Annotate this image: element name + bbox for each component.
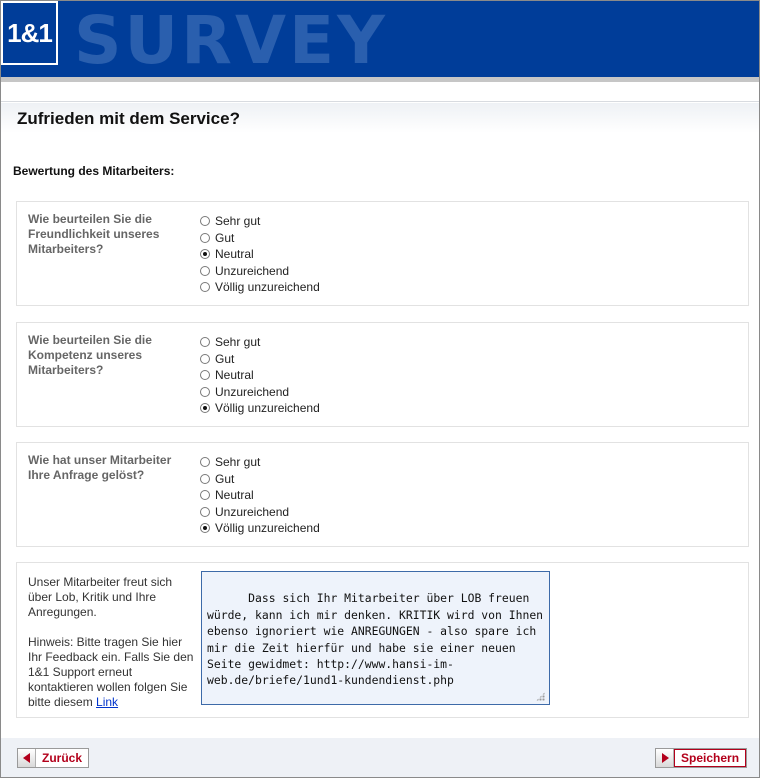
- radio-option[interactable]: Sehr gut: [200, 454, 320, 471]
- radio-button[interactable]: [200, 386, 210, 397]
- radio-label: Gut: [215, 230, 235, 245]
- arrow-left-icon: [18, 749, 36, 767]
- feedback-description: Unser Mitarbeiter freut sich über Lob, K…: [28, 575, 194, 710]
- section-heading: Bewertung des Mitarbeiters:: [13, 164, 175, 178]
- radio-option[interactable]: Neutral: [200, 367, 320, 384]
- radio-button[interactable]: [200, 337, 210, 348]
- header-watermark: SURVEY: [74, 2, 388, 78]
- radio-group-resolution: Sehr gut Gut Neutral Unzureichend Völlig…: [200, 454, 320, 537]
- radio-button[interactable]: [200, 232, 210, 243]
- title-bar: Zufrieden mit dem Service?: [1, 103, 759, 133]
- back-button[interactable]: Zurück: [17, 748, 90, 768]
- radio-label: Unzureichend: [215, 384, 290, 399]
- radio-option[interactable]: Völlig unzureichend: [200, 400, 320, 417]
- radio-option[interactable]: Unzureichend: [200, 263, 320, 280]
- radio-option[interactable]: Völlig unzureichend: [200, 520, 320, 537]
- radio-label: Völlig unzureichend: [215, 280, 320, 295]
- radio-label: Gut: [215, 351, 235, 366]
- arrow-right-icon: [656, 749, 674, 767]
- question-competence: Wie beurteilen Sie die Kompetenz unseres…: [16, 322, 749, 427]
- resize-grip-icon[interactable]: [536, 692, 545, 701]
- radio-option[interactable]: Gut: [200, 230, 320, 247]
- save-button[interactable]: Speichern: [655, 748, 748, 768]
- radio-option[interactable]: Gut: [200, 471, 320, 488]
- survey-window: 1&1 SURVEY Zufrieden mit dem Service? Be…: [0, 0, 760, 778]
- radio-button[interactable]: [200, 265, 210, 276]
- radio-option[interactable]: Sehr gut: [200, 213, 320, 230]
- feedback-textarea[interactable]: Dass sich Ihr Mitarbeiter über LOB freue…: [201, 571, 550, 705]
- radio-group-competence: Sehr gut Gut Neutral Unzureichend Völlig…: [200, 334, 320, 417]
- radio-option[interactable]: Gut: [200, 351, 320, 368]
- radio-option[interactable]: Neutral: [200, 487, 320, 504]
- radio-label: Neutral: [215, 247, 254, 262]
- brand-logo: 1&1: [1, 1, 58, 65]
- question-label: Wie beurteilen Sie die Kompetenz unseres…: [28, 333, 152, 377]
- radio-button[interactable]: [200, 353, 210, 364]
- radio-button[interactable]: [200, 506, 210, 517]
- radio-option[interactable]: Unzureichend: [200, 504, 320, 521]
- radio-option[interactable]: Völlig unzureichend: [200, 279, 320, 296]
- radio-button[interactable]: [200, 249, 210, 260]
- radio-button[interactable]: [200, 457, 210, 468]
- radio-button[interactable]: [200, 216, 210, 227]
- radio-label: Gut: [215, 471, 235, 486]
- question-resolution: Wie hat unser Mitarbeiter Ihre Anfrage g…: [16, 442, 749, 547]
- radio-button[interactable]: [200, 523, 210, 534]
- radio-group-friendliness: Sehr gut Gut Neutral Unzureichend Völlig…: [200, 213, 320, 296]
- page-title: Zufrieden mit dem Service?: [17, 109, 240, 128]
- radio-label: Unzureichend: [215, 504, 290, 519]
- radio-button[interactable]: [200, 403, 210, 414]
- radio-label: Neutral: [215, 488, 254, 503]
- feedback-intro: Unser Mitarbeiter freut sich über Lob, K…: [28, 575, 173, 619]
- header-spacer: [1, 82, 759, 102]
- radio-label: Völlig unzureichend: [215, 401, 320, 416]
- radio-button[interactable]: [200, 370, 210, 381]
- radio-option[interactable]: Neutral: [200, 246, 320, 263]
- feedback-section: Unser Mitarbeiter freut sich über Lob, K…: [16, 562, 749, 718]
- radio-label: Sehr gut: [215, 455, 261, 470]
- radio-option[interactable]: Sehr gut: [200, 334, 320, 351]
- radio-option[interactable]: Unzureichend: [200, 384, 320, 401]
- support-link[interactable]: Link: [96, 695, 118, 709]
- back-button-label: Zurück: [42, 751, 83, 765]
- radio-label: Neutral: [215, 368, 254, 383]
- header-banner: 1&1 SURVEY: [1, 1, 759, 77]
- question-label: Wie hat unser Mitarbeiter Ihre Anfrage g…: [28, 453, 172, 482]
- radio-label: Unzureichend: [215, 263, 290, 278]
- save-button-label: Speichern: [674, 749, 747, 767]
- radio-label: Sehr gut: [215, 214, 261, 229]
- question-label: Wie beurteilen Sie die Freundlichkeit un…: [28, 212, 160, 256]
- radio-label: Völlig unzureichend: [215, 521, 320, 536]
- radio-label: Sehr gut: [215, 335, 261, 350]
- radio-button[interactable]: [200, 490, 210, 501]
- feedback-text: Dass sich Ihr Mitarbeiter über LOB freue…: [207, 591, 550, 688]
- footer-bar: Zurück Speichern: [1, 738, 759, 777]
- radio-button[interactable]: [200, 473, 210, 484]
- radio-button[interactable]: [200, 282, 210, 293]
- question-friendliness: Wie beurteilen Sie die Freundlichkeit un…: [16, 201, 749, 306]
